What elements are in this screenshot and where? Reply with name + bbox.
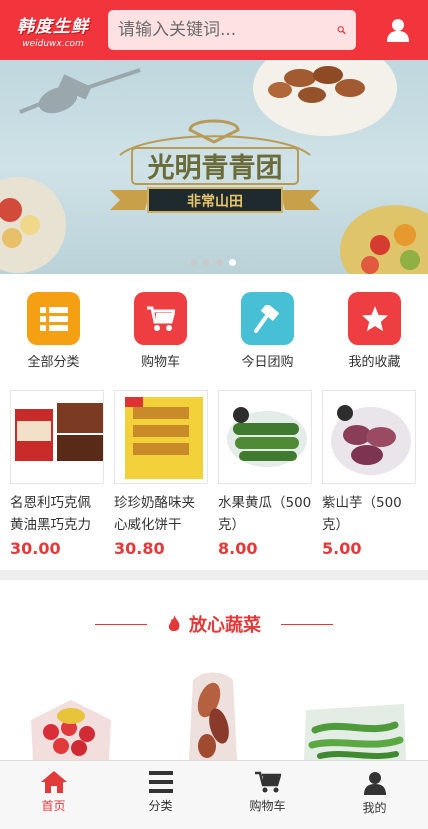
nav-label: 首页 <box>41 799 66 813</box>
cart-icon <box>134 292 187 345</box>
category-label: 购物车 <box>140 355 180 370</box>
header: 韩度生鲜 weiduwx.com <box>0 0 428 60</box>
cart-icon <box>254 771 281 793</box>
logo-text: 韩度生鲜 <box>17 16 89 37</box>
product-image <box>218 390 312 484</box>
logo-subtext: weiduwx.com <box>22 38 84 49</box>
category-all[interactable]: 全部分类 <box>0 292 107 372</box>
product-name: 水果黄瓜（500克） <box>218 495 312 533</box>
search-bar <box>108 10 356 50</box>
carousel-dot[interactable] <box>203 259 210 266</box>
category-favorites[interactable]: 我的收藏 <box>321 292 428 372</box>
category-label: 今日团购 <box>241 355 294 370</box>
logo[interactable]: 韩度生鲜 weiduwx.com <box>10 6 96 54</box>
star-icon <box>348 292 401 345</box>
vegetable-image <box>31 700 111 760</box>
banner-carousel[interactable]: 光明青青团 非常山田 <box>0 60 428 274</box>
user-icon <box>363 772 386 795</box>
product-price: 30.80 <box>114 539 165 558</box>
product-price: 30.00 <box>10 539 61 558</box>
category-row: 全部分类 购物车 今日团购 我的收藏 <box>0 292 428 372</box>
user-icon <box>387 19 409 42</box>
nav-label: 购物车 <box>249 799 286 813</box>
carousel-dot[interactable] <box>216 259 223 266</box>
page: 韩度生鲜 weiduwx.com 请输入关键词... 光明青青团 非常山田 全部… <box>0 0 428 829</box>
product-name: 珍珍奶酪味夹心威化饼干 <box>114 495 195 533</box>
list-icon <box>27 292 80 345</box>
search-input[interactable] <box>118 20 337 40</box>
home-icon <box>40 771 67 793</box>
section-header: 放心蔬菜 <box>0 610 428 638</box>
bottom-nav: 首页 分类 购物车 我的 <box>0 760 428 829</box>
product-price: 8.00 <box>218 539 258 558</box>
vegetable-card[interactable] <box>284 660 426 760</box>
section-title: 放心蔬菜 <box>189 615 261 636</box>
product-image <box>114 390 208 484</box>
vegetable-image <box>304 704 406 760</box>
vegetable-card[interactable] <box>0 660 142 760</box>
carousel-dots <box>190 259 236 266</box>
banner-title: 光明青青团 <box>147 153 283 184</box>
hammer-icon <box>241 292 294 345</box>
carousel-dot[interactable] <box>190 259 197 266</box>
user-button[interactable] <box>378 10 418 50</box>
banner-ribbon-text: 非常山田 <box>187 193 243 210</box>
product-card[interactable]: 珍珍奶酪味夹心威化饼干 30.80 <box>114 390 208 568</box>
divider-line <box>95 623 147 625</box>
product-card[interactable]: 水果黄瓜（500克） 8.00 <box>218 390 312 568</box>
nav-home[interactable]: 首页 <box>0 761 107 829</box>
nav-cart[interactable]: 购物车 <box>214 761 321 829</box>
carousel-dot-active[interactable] <box>229 259 236 266</box>
vegetable-list <box>0 660 428 760</box>
category-group-buy[interactable]: 今日团购 <box>214 292 321 372</box>
vegetable-image <box>189 672 237 760</box>
flame-icon <box>168 615 180 631</box>
category-label: 我的收藏 <box>348 355 401 370</box>
product-price: 5.00 <box>322 539 362 558</box>
product-card[interactable]: 紫山芋（500克） 5.00 <box>322 390 416 568</box>
product-image <box>10 390 104 484</box>
divider-line <box>281 623 333 625</box>
product-image <box>322 390 416 484</box>
product-card[interactable]: 名恩利巧克佩黄油黑巧克力 30.00 <box>10 390 104 568</box>
search-icon[interactable] <box>337 18 346 42</box>
nav-label: 我的 <box>362 801 387 815</box>
nav-label: 分类 <box>148 799 173 813</box>
menu-icon <box>148 771 173 793</box>
section-divider <box>0 570 428 580</box>
category-cart[interactable]: 购物车 <box>107 292 214 372</box>
vegetable-card[interactable] <box>142 660 284 760</box>
product-name: 紫山芋（500克） <box>322 495 402 533</box>
nav-profile[interactable]: 我的 <box>321 761 428 829</box>
nav-category[interactable]: 分类 <box>107 761 214 829</box>
banner-image: 光明青青团 非常山田 <box>0 60 428 274</box>
category-label: 全部分类 <box>27 355 80 370</box>
product-name: 名恩利巧克佩黄油黑巧克力 <box>10 495 91 533</box>
product-list: 名恩利巧克佩黄油黑巧克力 30.00 珍珍奶酪味夹心威化饼干 30.80 水果黄… <box>0 390 428 568</box>
